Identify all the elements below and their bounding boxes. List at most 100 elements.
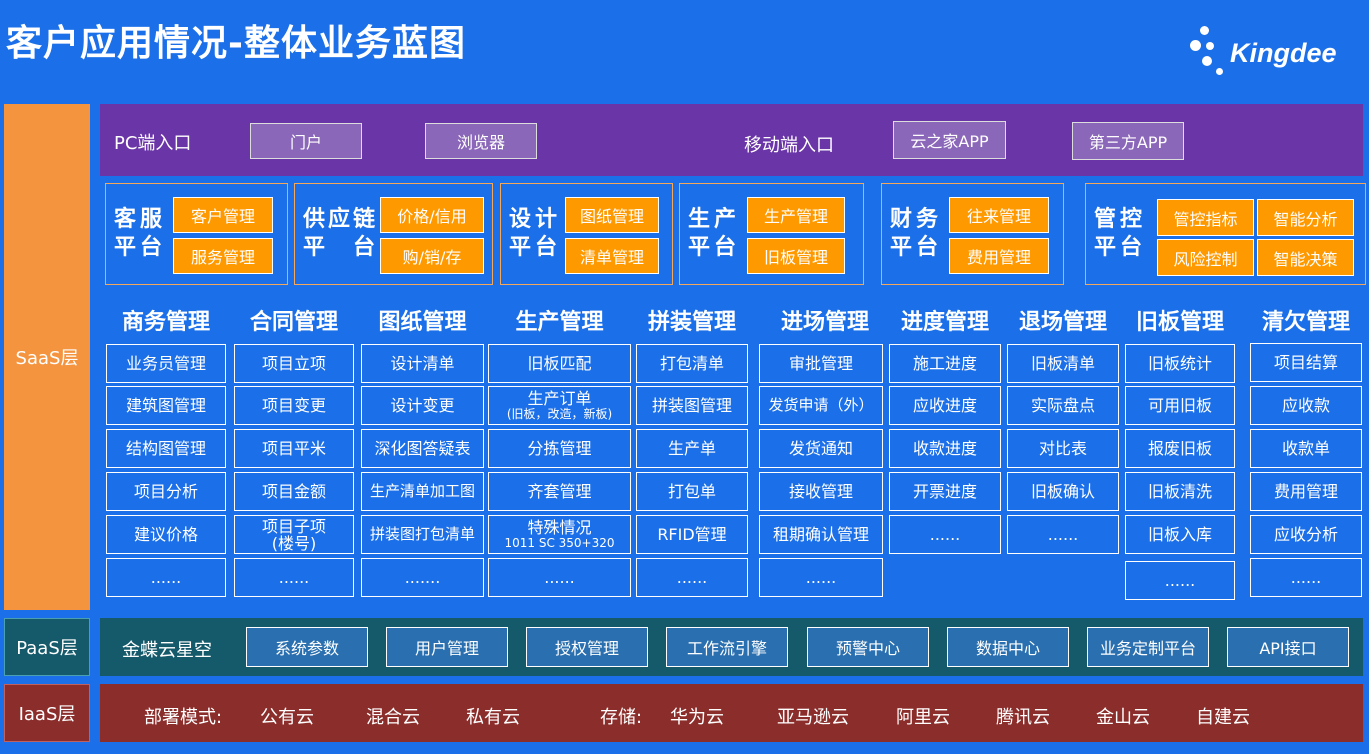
module-cell-more[interactable]: ...... (759, 558, 883, 597)
platform-name: 供应链 平台 (303, 207, 375, 260)
module-cell-subtitle: (旧板，改造，新板) (506, 407, 613, 421)
module-cell[interactable]: RFID管理 (636, 515, 748, 554)
module-cell[interactable]: 项目金额 (234, 472, 354, 511)
module-cell-more[interactable]: ...... (636, 558, 748, 597)
module-cell[interactable]: 施工进度 (889, 344, 1001, 383)
module-cell[interactable]: 拼装图打包清单 (361, 515, 484, 554)
module-cell[interactable]: 拼装图管理 (636, 386, 748, 425)
platform-item[interactable]: 客户管理 (173, 197, 273, 233)
module-cell-more[interactable]: ...... (1250, 558, 1362, 597)
module-cell[interactable]: 旧板清单 (1007, 344, 1119, 383)
pc-entry-label: PC端入口 (114, 133, 192, 154)
module-cell-title: 特殊情况 (527, 518, 592, 537)
module-cell[interactable]: 费用管理 (1250, 472, 1362, 511)
platform-item[interactable]: 价格/信用 (380, 197, 484, 233)
module-cell[interactable]: 项目立项 (234, 344, 354, 383)
col-header-old-board: 旧板管理 (1135, 310, 1224, 335)
module-cell[interactable]: 对比表 (1007, 429, 1119, 468)
module-cell[interactable]: 应收款 (1250, 386, 1362, 425)
platform-item[interactable]: 往来管理 (949, 197, 1049, 233)
module-cell[interactable]: 实际盘点 (1007, 386, 1119, 425)
module-cell[interactable]: 深化图答疑表 (361, 429, 484, 468)
module-cell-subtitle: 1011 SC 350+320 (504, 536, 615, 550)
module-cell[interactable]: 打包清单 (636, 344, 748, 383)
module-cell[interactable]: 设计清单 (361, 344, 484, 383)
platform-item[interactable]: 生产管理 (747, 197, 845, 233)
module-cell[interactable]: 审批管理 (759, 344, 883, 383)
module-cell[interactable]: 应收分析 (1250, 515, 1362, 554)
module-cell[interactable]: 分拣管理 (488, 429, 631, 468)
module-cell[interactable]: 设计变更 (361, 386, 484, 425)
module-cell[interactable]: 业务员管理 (106, 344, 226, 383)
module-cell[interactable]: 特殊情况 1011 SC 350+320 (488, 515, 631, 554)
module-cell-more[interactable]: ...... (106, 558, 226, 597)
paas-item-api[interactable]: API接口 (1227, 627, 1349, 667)
paas-item-user-management[interactable]: 用户管理 (386, 627, 508, 667)
paas-item-system-params[interactable]: 系统参数 (246, 627, 368, 667)
module-cell-more[interactable]: ...... (488, 558, 631, 597)
module-cell[interactable]: 收款进度 (889, 429, 1001, 468)
module-cell[interactable]: 项目结算 (1250, 343, 1362, 382)
module-cell[interactable]: 建议价格 (106, 515, 226, 554)
module-cell-more[interactable]: ...... (1007, 515, 1119, 554)
platform-item[interactable]: 清单管理 (565, 238, 659, 274)
module-cell[interactable]: 发货通知 (759, 429, 883, 468)
module-cell[interactable]: 接收管理 (759, 472, 883, 511)
module-cell[interactable]: 收款单 (1250, 429, 1362, 468)
module-cell[interactable]: 项目变更 (234, 386, 354, 425)
platform-item[interactable]: 管控指标 (1157, 199, 1254, 236)
module-cell[interactable]: 生产清单加工图 (361, 472, 484, 511)
platform-name: 财务 平台 (890, 207, 938, 260)
logo-dot-icon (1190, 40, 1201, 51)
deploy-mode-label: 部署模式: (144, 707, 223, 728)
platform-item[interactable]: 费用管理 (949, 238, 1049, 274)
deploy-item: 私有云 (466, 707, 520, 728)
module-cell[interactable]: 发货申请（外） (759, 386, 883, 425)
module-cell-more[interactable]: ...... (889, 515, 1001, 554)
module-cell[interactable]: 开票进度 (889, 472, 1001, 511)
browser-button[interactable]: 浏览器 (425, 123, 537, 159)
storage-label: 存储: (600, 707, 643, 728)
third-party-app-button[interactable]: 第三方APP (1072, 122, 1184, 160)
platform-item[interactable]: 风险控制 (1157, 239, 1254, 276)
module-cell[interactable]: 旧板匹配 (488, 344, 631, 383)
module-cell[interactable]: 生产单 (636, 429, 748, 468)
module-cell-more[interactable]: ....... (361, 558, 484, 597)
module-cell-more[interactable]: ...... (234, 558, 354, 597)
module-cell[interactable]: 项目子项 (楼号) (234, 515, 354, 554)
platform-item[interactable]: 智能分析 (1257, 199, 1354, 236)
module-cell[interactable]: 生产订单 (旧板，改造，新板) (488, 386, 631, 425)
iaas-layer-label: IaaS层 (4, 684, 90, 742)
platform-item[interactable]: 智能决策 (1257, 239, 1354, 276)
paas-item-alert-center[interactable]: 预警中心 (807, 627, 929, 667)
paas-item-business-custom[interactable]: 业务定制平台 (1087, 627, 1209, 667)
platform-finance: 财务 平台 往来管理 费用管理 (881, 183, 1064, 285)
module-cell[interactable]: 项目平米 (234, 429, 354, 468)
module-cell[interactable]: 旧板清洗 (1125, 472, 1235, 511)
module-cell[interactable]: 租期确认管理 (759, 515, 883, 554)
yunzhijia-app-button[interactable]: 云之家APP (893, 121, 1006, 159)
platform-item[interactable]: 旧板管理 (747, 238, 845, 274)
module-cell[interactable]: 可用旧板 (1125, 386, 1235, 425)
logo-dot-icon (1202, 56, 1212, 66)
paas-item-authorization[interactable]: 授权管理 (526, 627, 648, 667)
module-cell[interactable]: 项目分析 (106, 472, 226, 511)
logo-dot-icon (1206, 42, 1214, 50)
module-cell[interactable]: 旧板入库 (1125, 515, 1235, 554)
module-cell[interactable]: 齐套管理 (488, 472, 631, 511)
entry-band: PC端入口 门户 浏览器 移动端入口 云之家APP 第三方APP (100, 104, 1363, 176)
paas-item-data-center[interactable]: 数据中心 (947, 627, 1069, 667)
portal-button[interactable]: 门户 (250, 123, 362, 159)
module-cell[interactable]: 报废旧板 (1125, 429, 1235, 468)
module-cell[interactable]: 建筑图管理 (106, 386, 226, 425)
paas-item-workflow-engine[interactable]: 工作流引擎 (666, 627, 788, 667)
platform-item[interactable]: 图纸管理 (565, 197, 659, 233)
module-cell[interactable]: 旧板统计 (1125, 344, 1235, 383)
module-cell-more[interactable]: ...... (1125, 561, 1235, 600)
platform-item[interactable]: 服务管理 (173, 238, 273, 274)
module-cell[interactable]: 旧板确认 (1007, 472, 1119, 511)
module-cell[interactable]: 结构图管理 (106, 429, 226, 468)
platform-item[interactable]: 购/销/存 (380, 238, 484, 274)
module-cell[interactable]: 应收进度 (889, 386, 1001, 425)
module-cell[interactable]: 打包单 (636, 472, 748, 511)
